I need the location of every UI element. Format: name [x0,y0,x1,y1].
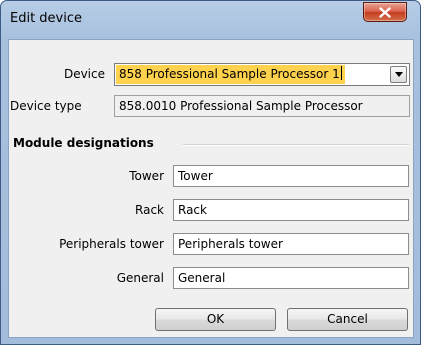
general-input[interactable]: General [173,267,409,289]
close-x-icon [379,7,391,18]
device-dropdown-button[interactable] [390,66,407,83]
rack-label: Rack [135,203,164,217]
tower-label: Tower [129,169,164,183]
cancel-button[interactable]: Cancel [287,308,408,331]
close-button[interactable] [363,2,407,22]
text-cursor [340,66,342,80]
device-combobox-value[interactable]: 858 Professional Sample Processor 1 [116,65,345,84]
title-bar[interactable]: Edit device [1,1,420,37]
device-label: Device [63,67,105,81]
ok-button[interactable]: OK [155,308,276,331]
device-combobox[interactable]: 858 Professional Sample Processor 1 [114,63,410,86]
device-type-field: 858.0010 Professional Sample Processor [114,95,410,117]
chevron-down-icon [395,72,403,77]
rack-input[interactable]: Rack [173,199,409,221]
device-type-label: Device type [10,99,82,113]
window-title: Edit device [10,11,83,26]
peripherals-tower-label: Peripherals tower [59,237,164,251]
general-label: General [116,271,164,285]
tower-input[interactable]: Tower [173,165,409,187]
edit-device-dialog: Edit device Device 858 Professional Samp… [0,0,421,345]
group-separator [183,144,409,146]
dialog-content: Device 858 Professional Sample Processor… [8,39,414,338]
peripherals-tower-input[interactable]: Peripherals tower [173,233,409,255]
module-designations-title: Module designations [13,136,154,150]
